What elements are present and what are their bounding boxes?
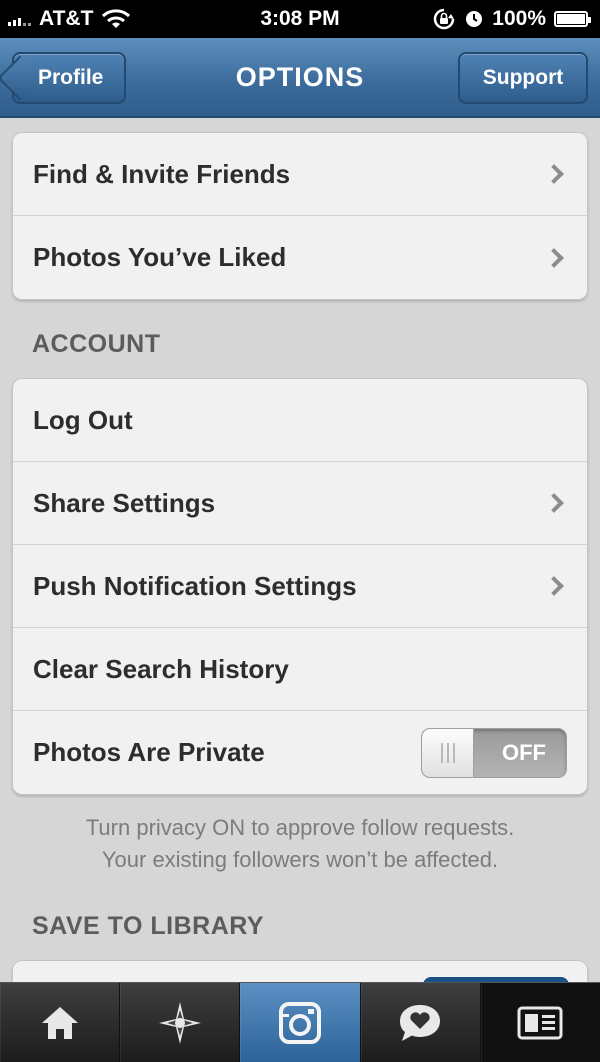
privacy-note-line-1: Turn privacy ON to approve follow reques… <box>85 815 515 840</box>
navigation-bar: OPTIONS Profile Support <box>0 38 600 118</box>
toggle-state-label: OFF <box>502 739 546 765</box>
profile-icon <box>517 1006 563 1039</box>
status-bar: AT&T 3:08 PM 100% <box>0 0 600 38</box>
status-left: AT&T <box>8 7 131 31</box>
tab-home[interactable] <box>0 983 121 1062</box>
account-group: Log Out Share Settings Push Notification… <box>12 378 588 795</box>
row-label: Push Notification Settings <box>33 570 357 601</box>
row-label: Clear Search History <box>33 653 289 684</box>
tab-profile[interactable] <box>480 983 600 1062</box>
battery-icon <box>554 11 591 27</box>
tab-bar <box>0 982 600 1062</box>
log-out-row[interactable]: Log Out <box>13 379 587 462</box>
back-button-label: Profile <box>38 66 104 89</box>
news-icon <box>400 1004 441 1041</box>
chevron-right-icon <box>544 164 564 184</box>
signal-strength-icon <box>8 12 31 26</box>
status-right: 100% <box>432 7 591 31</box>
camera-icon <box>279 1001 321 1044</box>
support-button-label: Support <box>482 66 564 89</box>
chevron-right-icon <box>544 576 564 596</box>
tab-camera[interactable] <box>240 983 361 1062</box>
battery-fill <box>557 14 585 24</box>
back-button[interactable]: Profile <box>12 52 126 104</box>
support-button[interactable]: Support <box>458 52 588 104</box>
wifi-icon <box>102 9 131 28</box>
tab-explore[interactable] <box>120 983 241 1062</box>
rotation-lock-icon <box>434 8 455 30</box>
row-label: Share Settings <box>33 487 216 518</box>
photos-private-row: Photos Are Private OFF <box>13 711 587 794</box>
chevron-right-icon <box>544 493 564 513</box>
share-settings-row[interactable]: Share Settings <box>13 462 587 545</box>
row-label: Log Out <box>33 404 133 435</box>
push-notification-settings-row[interactable]: Push Notification Settings <box>13 545 587 628</box>
privacy-note: Turn privacy ON to approve follow reques… <box>12 812 588 876</box>
chevron-right-icon <box>544 247 564 268</box>
row-label: Photos You’ve Liked <box>33 242 287 272</box>
home-icon <box>41 1006 78 1039</box>
friends-group: Find & Invite Friends Photos You’ve Like… <box>12 132 588 300</box>
row-label: Find & Invite Friends <box>33 158 291 189</box>
photos-liked-row[interactable]: Photos You’ve Liked <box>13 216 587 299</box>
privacy-note-line-2: Your existing followers won’t be affecte… <box>101 847 499 872</box>
explore-icon <box>158 1001 201 1044</box>
clear-search-history-row[interactable]: Clear Search History <box>13 628 587 711</box>
toggle-knob <box>422 728 474 777</box>
battery-percent: 100% <box>492 7 546 30</box>
row-label: Photos Are Private <box>33 737 265 767</box>
carrier-label: AT&T <box>39 7 94 30</box>
alarm-clock-icon <box>466 11 483 27</box>
tab-news[interactable] <box>361 983 481 1062</box>
find-invite-friends-row[interactable]: Find & Invite Friends <box>13 133 587 216</box>
save-to-library-section-header: SAVE TO LIBRARY <box>32 912 265 940</box>
photos-private-toggle[interactable]: OFF <box>421 727 567 778</box>
account-section-header: ACCOUNT <box>32 330 161 358</box>
